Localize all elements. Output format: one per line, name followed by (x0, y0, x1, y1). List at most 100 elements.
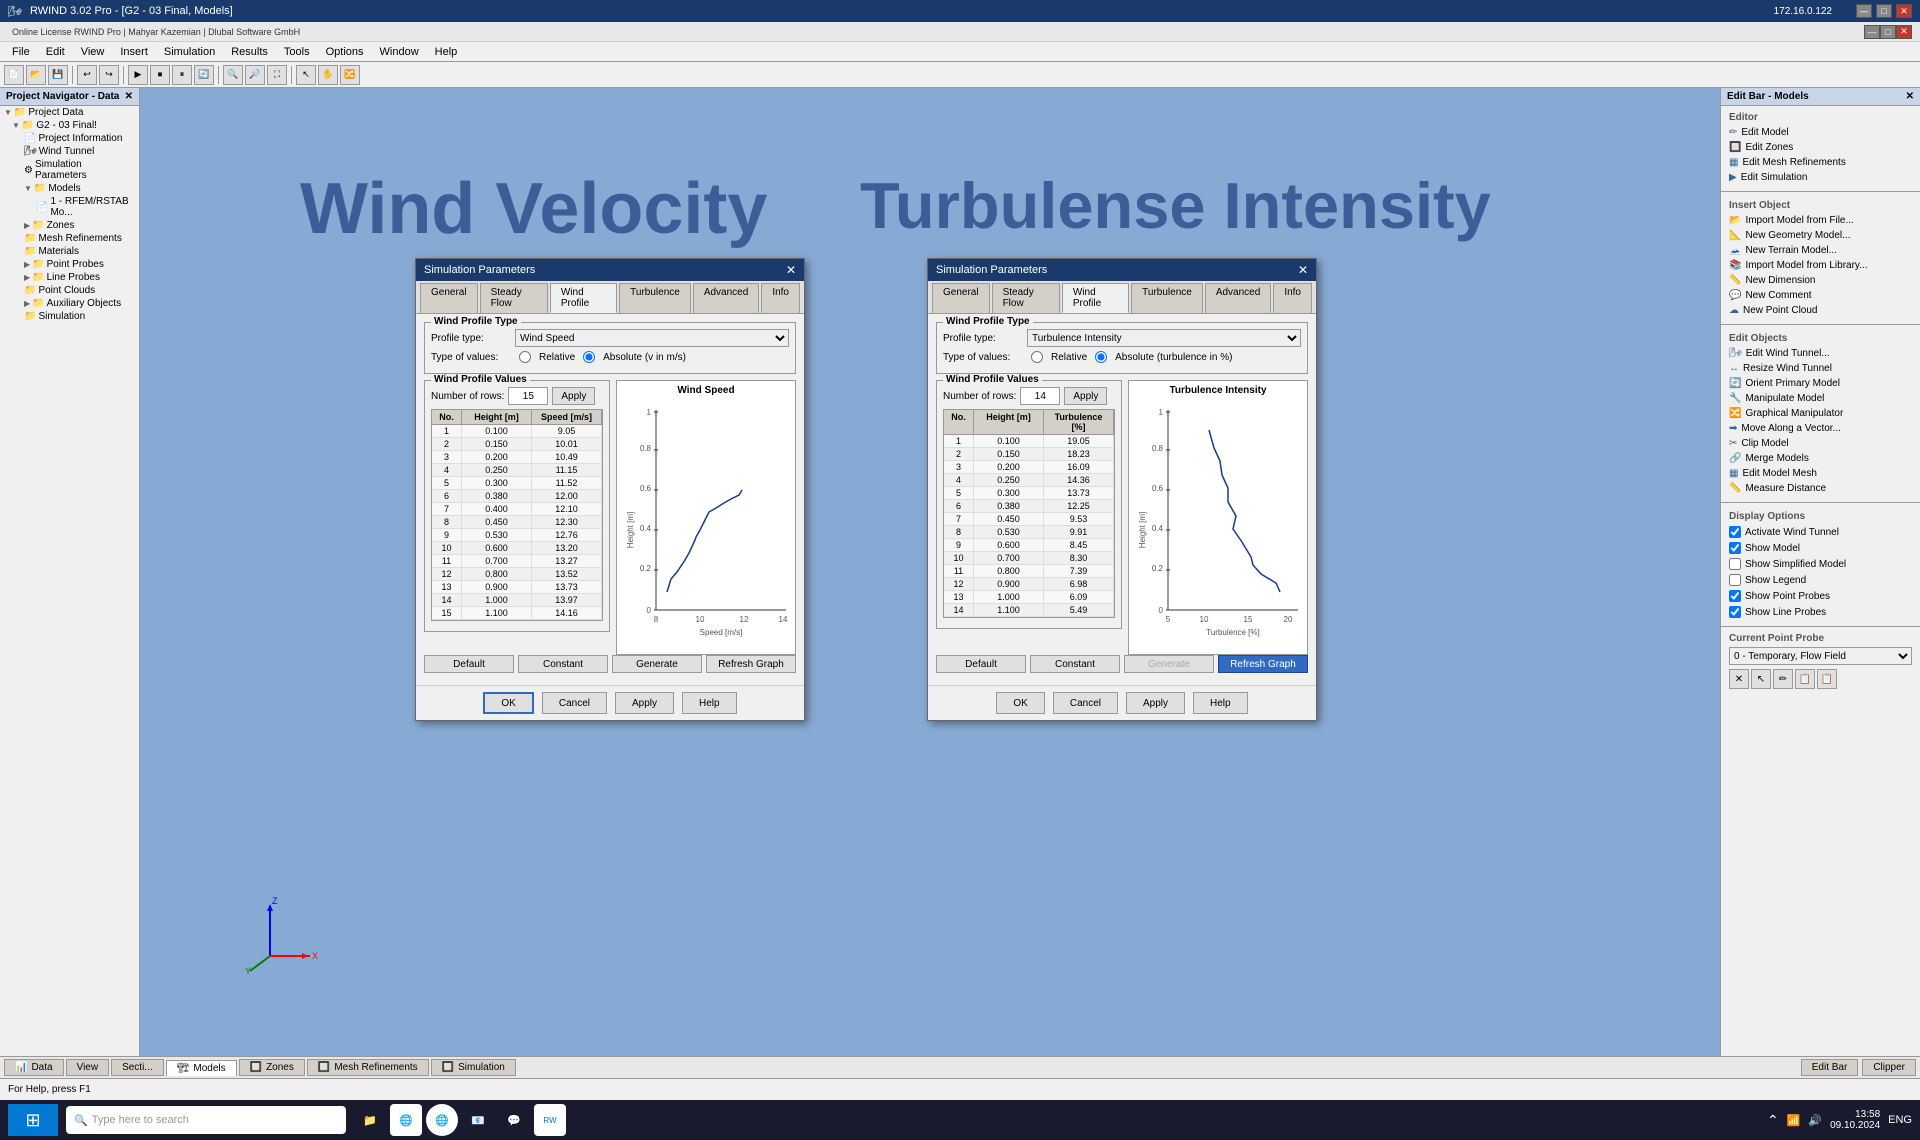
dialog1-apply-btn[interactable]: Apply (615, 692, 674, 714)
tree-wind-tunnel[interactable]: 🌬 Wind Tunnel (0, 145, 139, 158)
show-legend-checkbox[interactable] (1729, 574, 1741, 586)
toolbar-redo[interactable]: ↪ (99, 65, 119, 85)
dialog1-apply-rows-btn[interactable]: Apply (552, 387, 595, 405)
tab-clipper[interactable]: Clipper (1862, 1059, 1916, 1076)
tree-model1[interactable]: 📄 1 - RFEM/RSTAB Mo... (0, 195, 139, 219)
dialog2-tab-info[interactable]: Info (1273, 283, 1312, 313)
dialog1-constant-btn[interactable]: Constant (518, 655, 608, 673)
dialog1-close-btn[interactable]: ✕ (786, 263, 796, 277)
toolbar-zoom-in[interactable]: 🔍 (223, 65, 243, 85)
license-minimize-btn[interactable]: — (1864, 25, 1880, 39)
dialog1-tab-info[interactable]: Info (761, 283, 800, 313)
taskbar-search[interactable]: 🔍 Type here to search (66, 1106, 346, 1134)
right-new-geometry[interactable]: 📐New Geometry Model... (1721, 228, 1920, 243)
probe-btn-list[interactable]: 📋 (1817, 669, 1837, 689)
right-new-dimension[interactable]: 📏New Dimension (1721, 273, 1920, 288)
taskbar-icon-app1[interactable]: 📧 (462, 1104, 494, 1136)
taskbar-icon-chrome[interactable]: 🌐 (426, 1104, 458, 1136)
dialog1-num-rows-input[interactable] (508, 387, 548, 405)
dialog2-profile-select[interactable]: Turbulence Intensity (1027, 329, 1301, 347)
taskbar-start-btn[interactable]: ⊞ (8, 1104, 58, 1136)
license-close-btn[interactable]: ✕ (1896, 25, 1912, 39)
license-maximize-btn[interactable]: □ (1880, 25, 1896, 39)
dialog1-refresh-graph-btn[interactable]: Refresh Graph (706, 655, 796, 673)
right-edit-sim[interactable]: ▶Edit Simulation (1721, 170, 1920, 185)
show-model-checkbox[interactable] (1729, 542, 1741, 554)
right-orient-primary[interactable]: 🔄Orient Primary Model (1721, 376, 1920, 391)
tree-models[interactable]: ▼ 📁 Models (0, 182, 139, 195)
tab-zones[interactable]: 🔲 Zones (239, 1059, 305, 1076)
toolbar-zoom-out[interactable]: 🔎 (245, 65, 265, 85)
dialog1-tab-advanced[interactable]: Advanced (693, 283, 759, 313)
right-edit-model[interactable]: ✏Edit Model (1721, 125, 1920, 140)
tree-mesh-refinements[interactable]: 📁 Mesh Refinements (0, 232, 139, 245)
tree-project-info[interactable]: 📄 Project Information (0, 132, 139, 145)
right-new-terrain[interactable]: 🗻New Terrain Model... (1721, 243, 1920, 258)
show-line-probes-checkbox[interactable] (1729, 606, 1741, 618)
right-edit-model-mesh[interactable]: ▦Edit Model Mesh (1721, 466, 1920, 481)
dialog2-tab-general[interactable]: General (932, 283, 990, 313)
dialog1-tab-steady[interactable]: Steady Flow (480, 283, 548, 313)
taskbar-icon-rwind[interactable]: RW (534, 1104, 566, 1136)
tab-models[interactable]: 🏗 Models (166, 1060, 237, 1076)
toolbar-btn2[interactable]: ⏹ (150, 65, 170, 85)
dialog1-tab-windprofile[interactable]: Wind Profile (550, 283, 617, 313)
dialog1-tab-turbulence[interactable]: Turbulence (619, 283, 691, 313)
dialog2-absolute-radio[interactable] (1095, 351, 1107, 363)
tree-zones[interactable]: ▶ 📁 Zones (0, 219, 139, 232)
dialog1-cancel-btn[interactable]: Cancel (542, 692, 607, 714)
dialog1-absolute-radio[interactable] (583, 351, 595, 363)
dialog1-generate-btn[interactable]: Generate (612, 655, 702, 673)
right-manipulate-model[interactable]: 🔧Manipulate Model (1721, 391, 1920, 406)
probe-btn-arrow[interactable]: ↖ (1751, 669, 1771, 689)
dialog2-num-rows-input[interactable] (1020, 387, 1060, 405)
toolbar-btn1[interactable]: ▶ (128, 65, 148, 85)
tab-data[interactable]: 📊 Data (4, 1059, 64, 1076)
dialog2-tab-turbulence[interactable]: Turbulence (1131, 283, 1203, 313)
toolbar-save[interactable]: 💾 (48, 65, 68, 85)
right-resize-wind-tunnel[interactable]: ↔Resize Wind Tunnel (1721, 361, 1920, 376)
right-import-model[interactable]: 📂Import Model from File... (1721, 213, 1920, 228)
minimize-btn[interactable]: — (1856, 4, 1872, 18)
tree-auxiliary-objects[interactable]: ▶ 📁 Auxiliary Objects (0, 297, 139, 310)
right-panel-collapse[interactable]: ✕ (1906, 91, 1914, 102)
right-new-comment[interactable]: 💬New Comment (1721, 288, 1920, 303)
right-merge-models[interactable]: 🔗Merge Models (1721, 451, 1920, 466)
right-edit-mesh[interactable]: ▦Edit Mesh Refinements (1721, 155, 1920, 170)
right-edit-wind-tunnel[interactable]: 🌬Edit Wind Tunnel... (1721, 346, 1920, 361)
tree-point-probes[interactable]: ▶ 📁 Point Probes (0, 258, 139, 271)
probe-select[interactable]: 0 - Temporary, Flow Field (1729, 647, 1912, 665)
tree-materials[interactable]: 📁 Materials (0, 245, 139, 258)
dialog1-ok-btn[interactable]: OK (483, 692, 533, 714)
dialog2-refresh-graph-btn[interactable]: Refresh Graph (1218, 655, 1308, 673)
taskbar-icon-files[interactable]: 📁 (354, 1104, 386, 1136)
tab-view[interactable]: View (66, 1059, 110, 1076)
left-panel-collapse[interactable]: ✕ (125, 91, 133, 102)
dialog2-ok-btn[interactable]: OK (996, 692, 1044, 714)
probe-btn-delete[interactable]: ✕ (1729, 669, 1749, 689)
menu-options[interactable]: Options (318, 44, 372, 60)
toolbar-fit[interactable]: ⛶ (267, 65, 287, 85)
tree-project-data[interactable]: ▼ 📁 Project Data (0, 106, 139, 119)
menu-insert[interactable]: Insert (112, 44, 156, 60)
dialog1-default-btn[interactable]: Default (424, 655, 514, 673)
tab-secti[interactable]: Secti... (111, 1059, 164, 1076)
menu-view[interactable]: View (73, 44, 113, 60)
menu-results[interactable]: Results (223, 44, 276, 60)
taskbar-icon-app2[interactable]: 💬 (498, 1104, 530, 1136)
dialog1-help-btn[interactable]: Help (682, 692, 737, 714)
dialog2-constant-btn[interactable]: Constant (1030, 655, 1120, 673)
dialog2-generate-btn[interactable]: Generate (1124, 655, 1214, 673)
right-edit-zones[interactable]: 🔲Edit Zones (1721, 140, 1920, 155)
dialog2-relative-radio[interactable] (1031, 351, 1043, 363)
toolbar-rotate[interactable]: 🔀 (340, 65, 360, 85)
dialog2-apply-btn[interactable]: Apply (1126, 692, 1185, 714)
menu-edit[interactable]: Edit (38, 44, 73, 60)
tree-simulation[interactable]: 📁 Simulation (0, 310, 139, 323)
menu-tools[interactable]: Tools (276, 44, 318, 60)
toolbar-undo[interactable]: ↩ (77, 65, 97, 85)
dialog2-cancel-btn[interactable]: Cancel (1053, 692, 1118, 714)
tab-edit-bar[interactable]: Edit Bar (1801, 1059, 1859, 1076)
dialog1-relative-radio[interactable] (519, 351, 531, 363)
tab-mesh-refinements[interactable]: 🔲 Mesh Refinements (307, 1059, 429, 1076)
